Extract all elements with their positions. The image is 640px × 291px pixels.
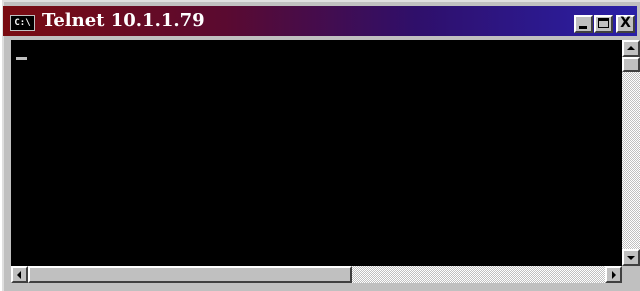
vertical-scroll-thumb[interactable] xyxy=(622,57,640,72)
arrow-left-icon xyxy=(17,271,21,279)
scroll-right-button[interactable] xyxy=(605,266,622,283)
minimize-button[interactable] xyxy=(574,15,593,33)
scroll-up-button[interactable] xyxy=(622,40,640,57)
window-title: Telnet 10.1.1.79 xyxy=(42,10,205,31)
title-bar[interactable]: C:\ Telnet 10.1.1.79 X xyxy=(3,6,637,36)
scroll-down-button[interactable] xyxy=(622,249,640,266)
scrollbar-corner xyxy=(622,266,640,283)
arrow-down-icon xyxy=(627,256,635,260)
maximize-button[interactable] xyxy=(594,15,613,33)
arrow-up-icon xyxy=(627,46,635,50)
horizontal-scroll-thumb[interactable] xyxy=(28,266,352,283)
scroll-left-button[interactable] xyxy=(11,266,28,283)
close-icon: X xyxy=(620,15,631,31)
vertical-scrollbar[interactable] xyxy=(622,40,640,266)
arrow-right-icon xyxy=(612,271,616,279)
close-button[interactable]: X xyxy=(616,15,635,33)
minimize-icon xyxy=(579,26,587,29)
horizontal-scrollbar[interactable] xyxy=(11,266,622,283)
terminal-output-area[interactable] xyxy=(11,40,622,266)
console-app-icon[interactable]: C:\ xyxy=(10,15,35,31)
maximize-icon xyxy=(598,18,609,28)
text-cursor xyxy=(16,57,27,60)
